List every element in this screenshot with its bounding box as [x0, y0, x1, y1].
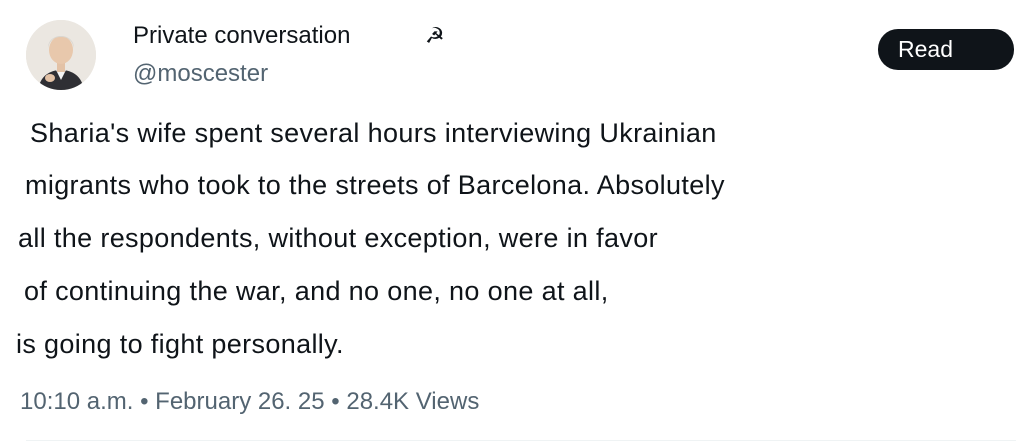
meta-separator: • — [140, 388, 149, 415]
post-text-line: of continuing the war, and no one, no on… — [24, 276, 609, 306]
views-label: Views — [415, 388, 480, 415]
author-avatar[interactable] — [26, 20, 96, 90]
post-date[interactable]: February 26. 25 — [155, 388, 324, 415]
author-handle[interactable]: @moscester — [133, 60, 268, 88]
author-display-name[interactable]: Private conversation — [133, 22, 350, 50]
post-text-line: migrants who took to the streets of Barc… — [25, 170, 725, 200]
views-count: 28.4K — [346, 388, 410, 415]
meta-separator: • — [331, 388, 340, 415]
profile-avatar-icon — [26, 20, 96, 90]
post-metadata: 10:10 a.m. • February 26. 25 • 28.4K Vie… — [20, 387, 479, 417]
flag-emoji-icon: ☭ — [425, 23, 445, 48]
post-text-line: all the respondents, without exception, … — [18, 223, 658, 253]
post-time[interactable]: 10:10 a.m. — [20, 388, 133, 415]
read-button[interactable]: Read — [878, 29, 1014, 70]
post-text-line: is going to fight personally. — [16, 329, 344, 359]
post-text-line: Sharia's wife spent several hours interv… — [30, 118, 717, 148]
divider — [26, 440, 1016, 441]
